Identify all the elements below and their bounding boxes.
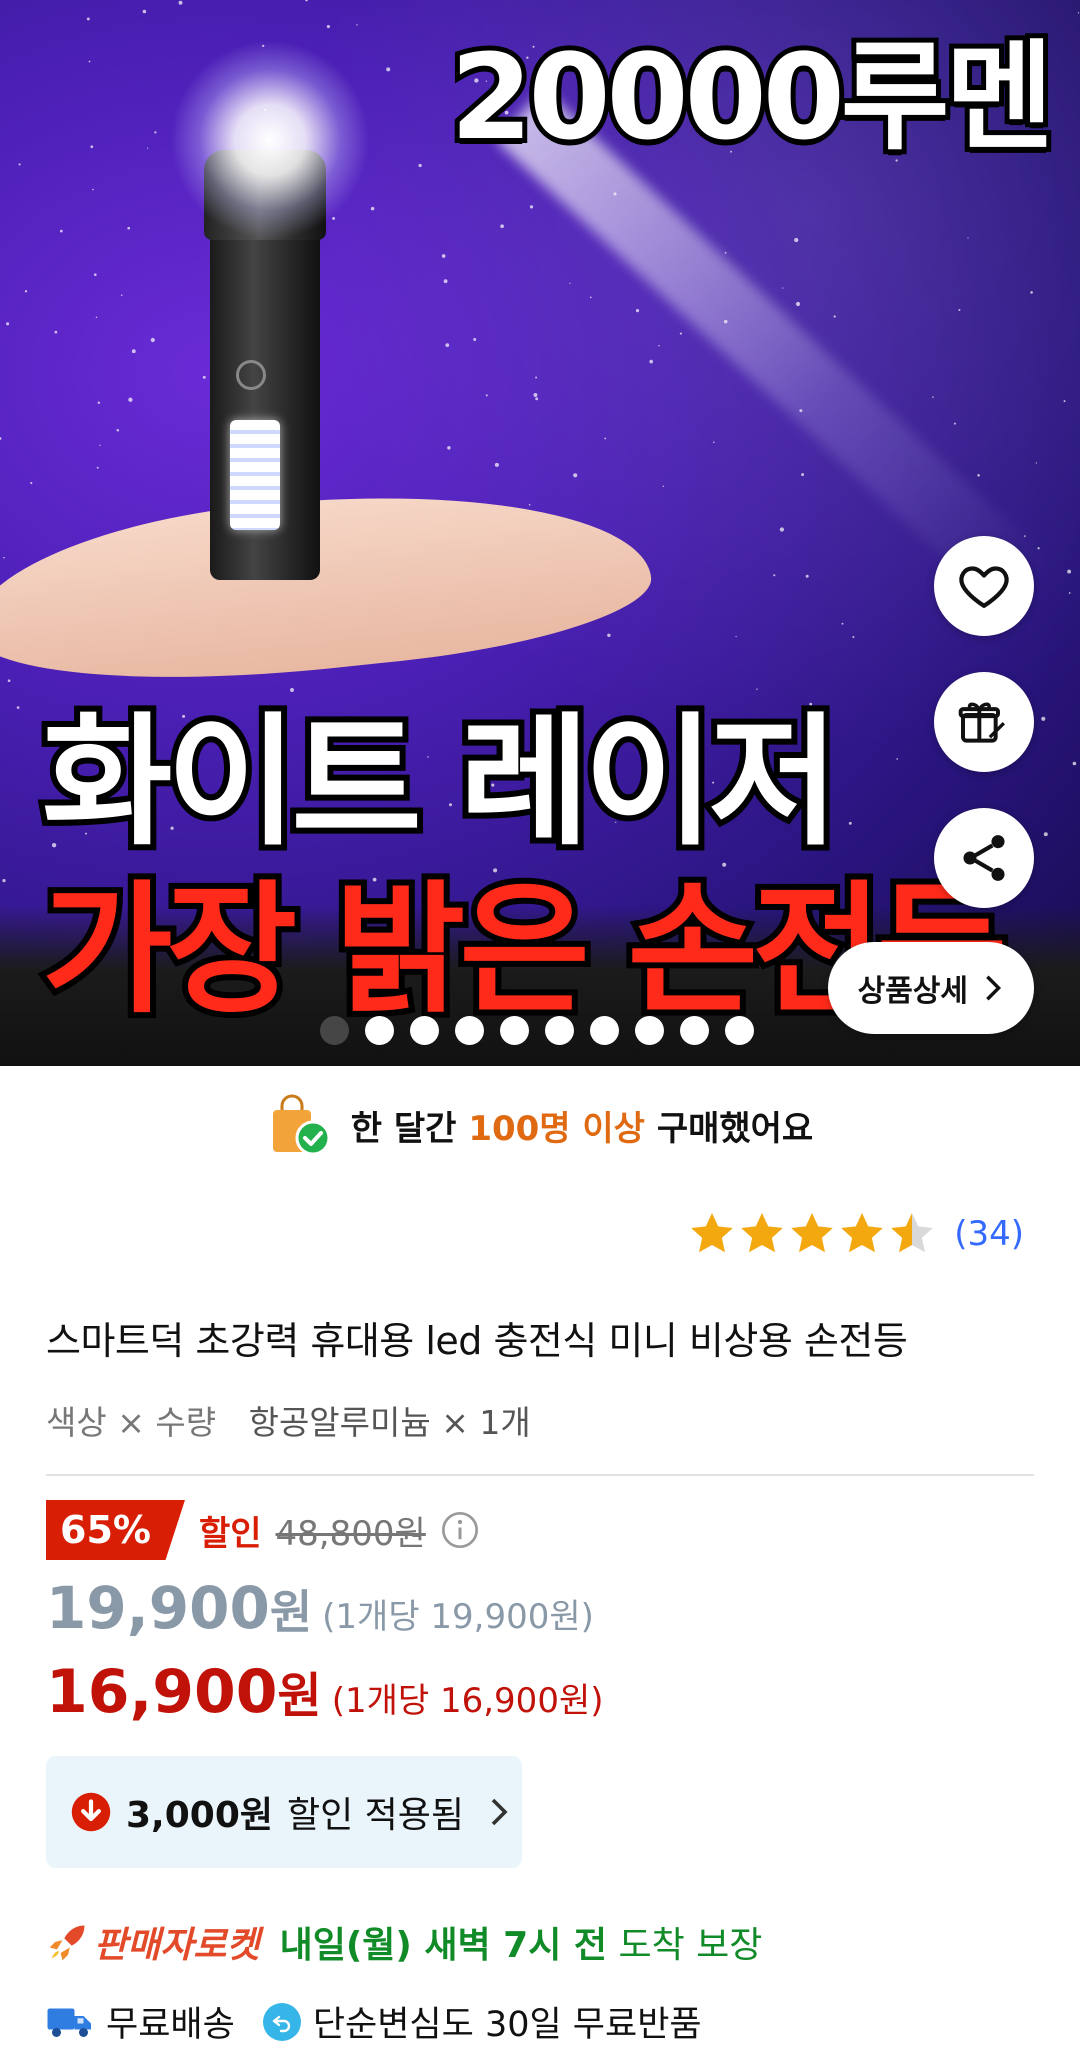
torch-glow [170, 40, 370, 240]
carousel-dot[interactable] [725, 1016, 754, 1045]
product-title: 스마트덕 초강력 휴대용 led 충전식 미니 비상용 손전등 [46, 1319, 908, 1363]
chevron-right-icon [986, 975, 1002, 1001]
product-detail-label: 상품상세 [857, 974, 968, 1009]
carousel-dot[interactable] [680, 1016, 709, 1045]
discount-percent-badge: 65% [46, 1500, 185, 1560]
gift-button[interactable] [934, 672, 1034, 772]
banner-prefix: 한 달간 [350, 1108, 457, 1149]
carousel-indicator [320, 1016, 754, 1045]
delivery-truck-icon [47, 2008, 91, 2037]
rocket-icon [49, 1925, 85, 1961]
free-shipping-label: 무료배송 [106, 2005, 235, 2045]
sale-price-amount: 19,900 [46, 1574, 270, 1642]
purchase-count-banner: 한 달간 100명 이상 구매했어요 [0, 1080, 1080, 1170]
seller-rocket-badge: 판매자로켓 [94, 1925, 260, 1966]
carousel-dot[interactable] [410, 1016, 439, 1045]
coupon-price: 16,900원 (1개당 16,900원) [46, 1656, 604, 1727]
banner-suffix: 구매했어요 [656, 1108, 814, 1149]
coupon-amount: 3,000원 [126, 1795, 273, 1836]
carousel-dot[interactable] [320, 1016, 349, 1045]
discount-label: 할인 [198, 1513, 262, 1554]
shipping-info: 무료배송 단순변심도 30일 무료반품 [46, 1996, 702, 2047]
carousel-dot[interactable] [635, 1016, 664, 1045]
chevron-right-icon [491, 1798, 508, 1826]
shopping-bag-check-icon [272, 1094, 331, 1156]
return-icon [262, 2002, 301, 2041]
original-price: 48,800원 [275, 1513, 426, 1554]
delivery-promise: 판매자로켓 내일(월) 새벽 7시 전 도착 보장 [46, 1916, 762, 1968]
free-return-label: 단순변심도 30일 무료반품 [312, 2005, 702, 2045]
product-image-carousel[interactable]: 20000루멘 화이트 레이저 가장 밝은 손전등 상품상세 [0, 0, 1080, 1066]
arrival-guarantee: 도착 보장 [618, 1925, 763, 1966]
coupon-price-amount: 16,900 [46, 1657, 278, 1727]
hero-headline-1: 화이트 레이저 [36, 700, 845, 865]
carousel-dot[interactable] [590, 1016, 619, 1045]
sale-price-unit: (1개당 19,900원) [322, 1597, 594, 1637]
sale-price-won: 원 [269, 1585, 313, 1639]
share-button[interactable] [934, 808, 1034, 908]
option-value: 항공알루미늄 × 1개 [248, 1403, 531, 1442]
carousel-dot[interactable] [455, 1016, 484, 1045]
coupon-price-unit: (1개당 16,900원) [331, 1681, 604, 1721]
rating-summary[interactable]: (34) [688, 1210, 1024, 1258]
heart-icon [959, 566, 1009, 608]
arrival-time: 내일(월) 새벽 7시 전 [279, 1925, 608, 1966]
star-rating-icon [691, 1213, 934, 1253]
wishlist-button[interactable] [934, 536, 1034, 636]
review-count[interactable]: (34) [954, 1214, 1024, 1254]
info-icon[interactable] [440, 1510, 480, 1550]
discount-row: 65% 할인 48,800원 [46, 1500, 480, 1560]
banner-highlight: 100명 이상 [468, 1108, 645, 1149]
option-label: 색상 × 수량 [46, 1403, 217, 1442]
gift-rocket-icon [958, 702, 1005, 743]
carousel-dot[interactable] [545, 1016, 574, 1045]
carousel-dot[interactable] [500, 1016, 529, 1045]
lumen-headline: 20000루멘 [445, 28, 1059, 166]
share-icon [963, 835, 1005, 881]
coupon-applied-button[interactable]: 3,000원 할인 적용됨 [46, 1756, 522, 1868]
down-arrow-circle-icon [71, 1792, 111, 1832]
product-detail-button[interactable]: 상품상세 [827, 942, 1034, 1034]
carousel-dot[interactable] [365, 1016, 394, 1045]
coupon-price-won: 원 [277, 1668, 322, 1724]
coupon-text: 할인 적용됨 [287, 1795, 465, 1836]
sale-price: 19,900원 (1개당 19,900원) [46, 1574, 594, 1642]
selected-option[interactable]: 색상 × 수량 항공알루미늄 × 1개 [46, 1396, 531, 1444]
divider [46, 1474, 1034, 1476]
